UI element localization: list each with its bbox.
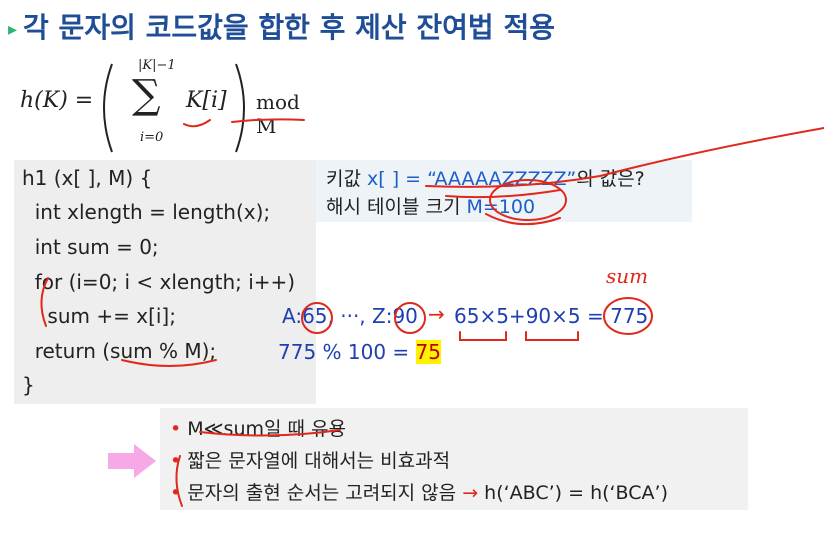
sum-term: K[i] bbox=[186, 88, 227, 113]
bracket-65x5 bbox=[459, 331, 507, 341]
note-text: 짧은 문자열에 대해서는 비효과적 bbox=[187, 450, 451, 472]
question-box: 키값 x[ ] = “AAAAAZZZZZ”의 값은? 해시 테이블 크기 M=… bbox=[316, 160, 692, 222]
formula-lhs: h(K) = bbox=[20, 88, 94, 113]
question-line-2: 해시 테이블 크기 M=100 bbox=[326, 192, 535, 219]
hash-formula: h(K) = |K|−1 ∑ i=0 K[i] mod M bbox=[20, 58, 320, 158]
sum-lower-limit: i=0 bbox=[140, 130, 164, 145]
note-text: M≪sum일 때 유용 bbox=[187, 418, 346, 440]
code-line: int xlength = length(x); bbox=[22, 200, 271, 224]
bracket-90x5 bbox=[525, 331, 579, 341]
note-example: h(‘ABC’) = h(‘BCA’) bbox=[484, 482, 668, 504]
code-line: sum += x[i]; bbox=[22, 304, 176, 328]
code-block: h1 (x[ ], M) { int xlength = length(x); … bbox=[14, 160, 316, 404]
bullet-icon: • bbox=[170, 482, 182, 504]
pink-arrow-icon bbox=[108, 444, 156, 478]
title-arrow-icon: ▸ bbox=[8, 18, 18, 40]
question-prefix: 키값 bbox=[326, 168, 367, 190]
code-line: for (i=0; i < xlength; i++) bbox=[22, 270, 296, 294]
sum-expression: 65×5+90×5 = 775 bbox=[454, 304, 649, 328]
formula-mod: mod M bbox=[256, 90, 300, 138]
question-line-1: 키값 x[ ] = “AAAAAZZZZZ”의 값은? bbox=[326, 164, 645, 191]
table-size-value: M=100 bbox=[466, 196, 536, 218]
sum-upper-limit: |K|−1 bbox=[138, 58, 176, 73]
bullet-icon: • bbox=[170, 418, 182, 440]
notes-box: • M≪sum일 때 유용 • 짧은 문자열에 대해서는 비효과적 • 문자의 … bbox=[160, 408, 748, 510]
bullet-icon: • bbox=[170, 450, 182, 472]
note-item: • 짧은 문자열에 대해서는 비효과적 bbox=[170, 446, 450, 473]
sigma-icon: ∑ bbox=[132, 72, 161, 118]
question-suffix: 의 값은? bbox=[576, 168, 645, 190]
mod-expression: 775 % 100 = bbox=[278, 340, 416, 364]
title-text: 각 문자의 코드값을 합한 후 제산 잔여법 적용 bbox=[23, 11, 555, 44]
note-item: • 문자의 출현 순서는 고려되지 않음 → h(‘ABC’) = h(‘BCA… bbox=[170, 478, 668, 505]
page-title: ▸ 각 문자의 코드값을 합한 후 제산 잔여법 적용 bbox=[8, 6, 555, 46]
note-text: 문자의 출현 순서는 고려되지 않음 bbox=[187, 482, 463, 504]
code-line: h1 (x[ ], M) { bbox=[22, 166, 153, 190]
hash-result: 75 bbox=[415, 340, 441, 364]
mod-result-line: 775 % 100 = 75 bbox=[278, 340, 441, 364]
code-line: int sum = 0; bbox=[22, 235, 159, 259]
note-arrow-icon: → bbox=[462, 482, 479, 504]
code-line: return (sum % M); bbox=[22, 339, 217, 363]
table-size-label: 해시 테이블 크기 bbox=[326, 196, 467, 218]
handwritten-sum-label: sum bbox=[606, 264, 649, 288]
key-value: x[ ] = “AAAAAZZZZZ” bbox=[367, 168, 577, 190]
code-line: } bbox=[22, 373, 35, 397]
char-code-values: A:65, ···, Z:90 bbox=[282, 304, 418, 328]
calc-arrow-icon: → bbox=[428, 302, 445, 326]
note-item: • M≪sum일 때 유용 bbox=[170, 414, 346, 441]
